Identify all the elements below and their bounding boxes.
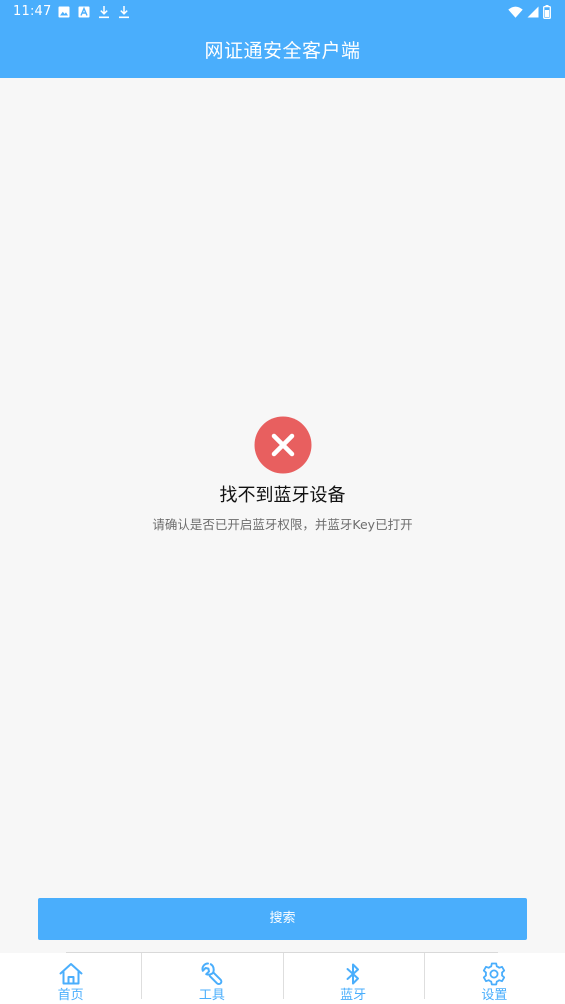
nav-label-tools: 工具 xyxy=(198,988,225,1003)
error-x-icon xyxy=(254,416,311,474)
error-title: 找不到蓝牙设备 xyxy=(219,485,346,506)
main-content: 找不到蓝牙设备 请确认是否已开启蓝牙权限，并蓝牙Key已打开 xyxy=(0,78,565,952)
gear-icon xyxy=(483,962,506,986)
image-icon xyxy=(58,6,70,18)
nav-label-bluetooth: 蓝牙 xyxy=(340,988,367,1003)
page-title: 网证通安全客户端 xyxy=(204,40,361,62)
download-icon xyxy=(99,6,109,19)
nav-item-home[interactable]: 首页 xyxy=(0,953,141,1004)
nav-item-settings[interactable]: 设置 xyxy=(423,953,565,1004)
nav-item-bluetooth[interactable]: 蓝牙 xyxy=(282,953,424,1004)
nav-item-tools[interactable]: 工具 xyxy=(141,953,282,1004)
status-notification-icons xyxy=(58,4,130,20)
bluetooth-icon xyxy=(346,963,360,985)
wifi-icon xyxy=(508,6,523,18)
nav-label-settings: 设置 xyxy=(481,988,508,1003)
status-system-icons xyxy=(508,4,551,20)
status-bar: 11:47 xyxy=(0,0,565,24)
font-icon xyxy=(78,6,90,18)
search-button[interactable]: 搜索 xyxy=(38,898,527,940)
error-description: 请确认是否已开启蓝牙权限，并蓝牙Key已打开 xyxy=(152,517,413,532)
nav-label-home: 首页 xyxy=(57,988,84,1003)
status-time: 11:47 xyxy=(13,4,52,19)
app-header: 11:47 网证通安全客户端 xyxy=(0,0,565,78)
home-icon xyxy=(59,963,83,985)
bottom-nav: 首页 工具 蓝牙 设置 xyxy=(0,953,565,1004)
error-message: 找不到蓝牙设备 请确认是否已开启蓝牙权限，并蓝牙Key已打开 xyxy=(0,416,565,533)
wrench-icon xyxy=(201,962,223,986)
battery-icon xyxy=(543,5,551,19)
download-icon xyxy=(119,6,129,19)
signal-icon xyxy=(527,6,539,18)
